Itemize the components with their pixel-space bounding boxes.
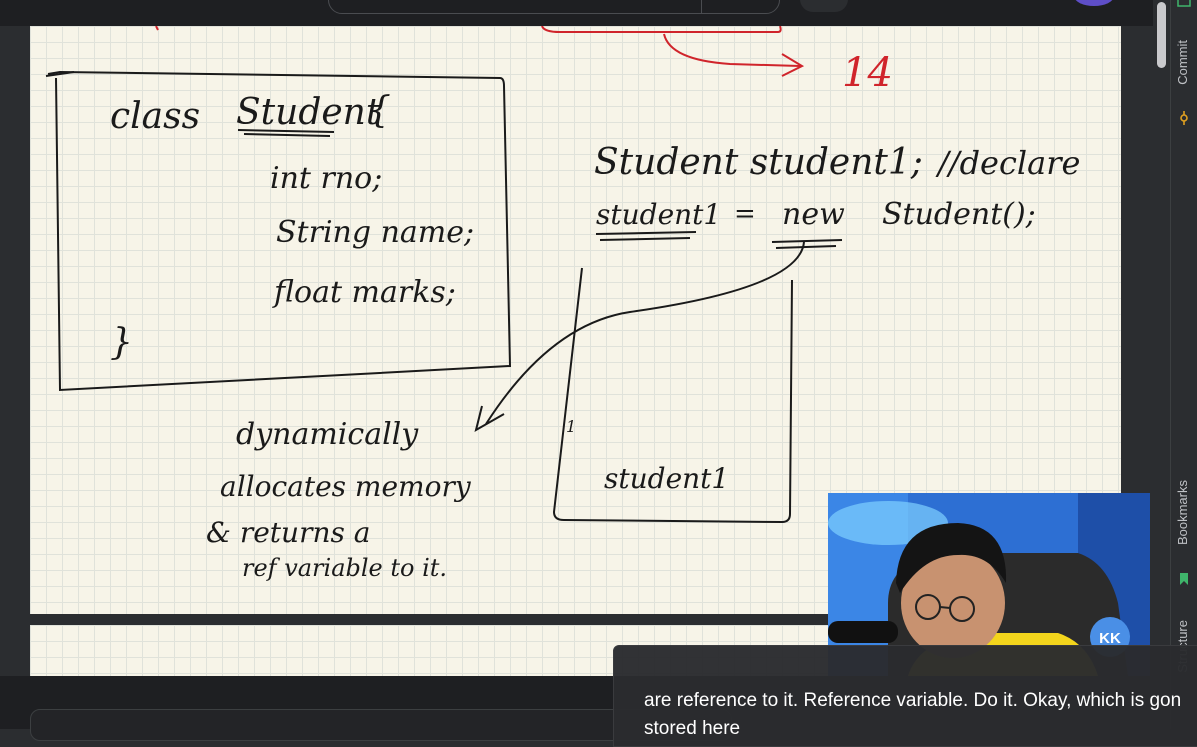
instantiation-rhs: Student(); <box>882 197 1036 232</box>
close-brace: } <box>110 322 133 363</box>
right-tool-strip: Commit Bookmarks Structure <box>1170 0 1197 729</box>
box-label: student1 <box>604 462 729 495</box>
field-name: String name; <box>276 215 474 250</box>
class-name: Student <box>236 92 381 133</box>
red-box-bottom <box>541 26 782 33</box>
bookmarks-tab[interactable]: Bookmarks <box>1175 480 1190 545</box>
note-line-4: ref variable to it. <box>242 554 447 582</box>
lhs-underline <box>595 231 697 241</box>
instantiation-eq: = <box>734 199 756 229</box>
open-brace: { <box>368 90 391 131</box>
bookmark-icon <box>1180 573 1188 585</box>
top-number: 14 <box>842 50 893 96</box>
class-keyword: class <box>110 96 200 137</box>
caption-line-1: are reference to it. Reference variable.… <box>644 690 1182 711</box>
avatar[interactable] <box>1074 0 1114 6</box>
note-line-1: dynamically <box>236 417 419 452</box>
field-rno: int rno; <box>270 161 382 196</box>
window-top-bar <box>0 0 1170 26</box>
vertical-scrollbar[interactable] <box>1153 0 1170 676</box>
declaration-code: Student student1; <box>594 142 923 183</box>
search-everywhere-bar[interactable] <box>328 0 780 14</box>
toolbar-button[interactable] <box>800 0 848 12</box>
declaration-comment: //declare <box>935 144 1080 182</box>
subtitle-caption: are reference to it. Reference variable.… <box>613 645 1197 747</box>
search-bar-divider <box>701 0 702 13</box>
caption-line-2: stored here <box>644 718 741 739</box>
box-mark: 1 <box>566 417 576 436</box>
note-line-2: allocates memory <box>220 470 472 503</box>
commit-icon <box>1180 111 1188 125</box>
instantiation-new: new <box>782 197 845 232</box>
note-line-3: & returns a <box>206 516 370 549</box>
scrollbar-thumb[interactable] <box>1157 2 1166 68</box>
red-tick <box>155 26 159 31</box>
commit-tab[interactable]: Commit <box>1175 40 1190 85</box>
field-marks: float marks; <box>272 275 456 310</box>
red-arrow-line <box>663 33 801 67</box>
new-underline <box>771 239 843 249</box>
instantiation-lhs: student1 <box>596 198 721 231</box>
class-name-underline <box>237 129 335 137</box>
allocation-arrow <box>485 241 805 425</box>
window-icon[interactable] <box>1177 0 1191 14</box>
